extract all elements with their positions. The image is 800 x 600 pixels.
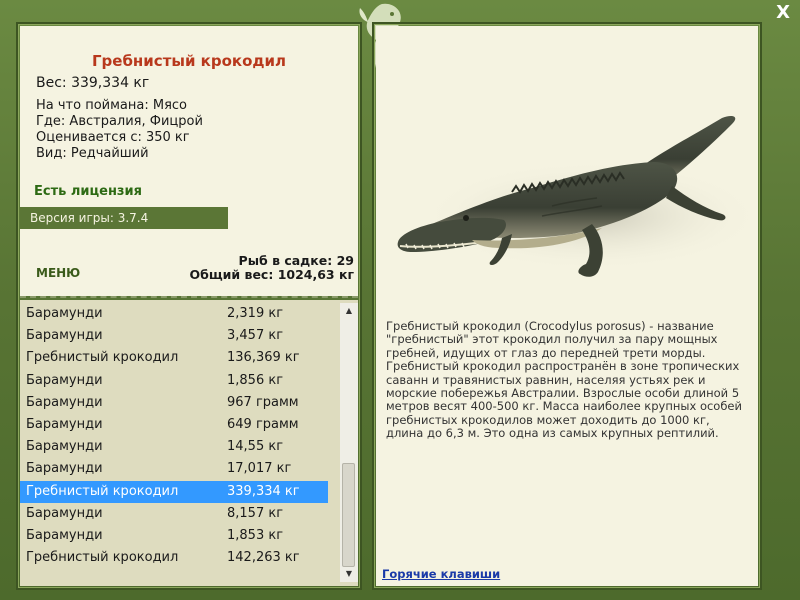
fish-info-panel: Гребнистый крокодил Вес: 339,334 кг На ч… [16,22,362,590]
fish-value: Оценивается с: 350 кг [36,130,190,145]
catch-list-item[interactable]: Барамунди 649 грамм [20,414,340,436]
license-status: Есть лицензия [34,184,142,199]
catch-list-item[interactable]: Барамунди 1,856 кг [20,370,340,392]
cage-stats: Рыб в садке: 29 Общий вес: 1024,63 кг [190,254,355,282]
catch-list[interactable]: Барамунди 2,319 кг Барамунди 3,457 кг Гребни… [20,303,340,586]
catch-item-name: Барамунди [26,372,103,388]
fish-info: На что поймана: Мясо Где: Австралия, Фиц… [36,98,203,162]
catch-item-name: Барамунди [26,328,103,344]
catch-item-name: Барамунди [26,439,103,455]
catch-item-weight: 3,457 кг [227,328,284,344]
catch-list-item[interactable]: Барамунди 2,319 кг [20,303,340,325]
catch-list-item[interactable]: Барамунди 3,457 кг [20,325,340,347]
fish-details: Гребнистый крокодил Вес: 339,334 кг На ч… [20,26,358,296]
catch-list-item[interactable]: Гребнистый крокодил 142,263 кг [20,547,340,569]
catch-list-item[interactable]: Гребнистый крокодил 136,369 кг [20,347,340,369]
catch-item-weight: 649 грамм [227,416,299,432]
close-icon[interactable]: X [776,2,790,23]
close-button[interactable]: X [776,2,790,23]
fish-rarity: Вид: Редчайший [36,146,149,161]
catch-item-name: Барамунди [26,394,103,410]
catch-item-name: Барамунди [26,527,103,543]
hotkeys-link[interactable]: Горячие клавиши [382,567,500,581]
divider [20,296,358,298]
catch-list-item[interactable]: Барамунди 967 грамм [20,392,340,414]
catch-item-weight: 14,55 кг [227,439,284,455]
catch-item-name: Гребнистый крокодил [26,483,179,499]
catch-item-weight: 17,017 кг [227,461,292,477]
fish-title: Гребнистый крокодил [91,52,287,70]
fish-location: Где: Австралия, Фицрой [36,114,203,129]
catch-item-weight: 339,334 кг [227,483,300,499]
fish-bait: На что поймана: Мясо [36,98,188,113]
total-weight: Общий вес: 1024,63 кг [189,267,355,282]
catch-list-item[interactable]: Барамунди 8,157 кг [20,503,340,525]
scroll-up-icon[interactable]: ▲ [340,303,358,319]
catch-list-item[interactable]: Гребнистый крокодил 339,334 кг [20,480,328,503]
catch-item-weight: 1,853 кг [227,527,284,543]
catch-item-weight: 1,856 кг [227,372,284,388]
catch-item-name: Барамунди [26,461,103,477]
fish-image-panel: Гребнистый крокодил (Crocodylus porosus)… [372,22,762,590]
catch-item-weight: 967 грамм [227,394,299,410]
catch-item-name: Барамунди [26,505,103,521]
catch-item-weight: 136,369 кг [227,350,300,366]
catch-list-item[interactable]: Барамунди 1,853 кг [20,525,340,547]
catch-item-weight: 2,319 кг [227,306,284,321]
fish-weight: Вес: 339,334 кг [36,75,150,91]
menu-button[interactable]: МЕНЮ [36,266,80,280]
catch-item-name: Гребнистый крокодил [26,550,179,566]
catch-list-item[interactable]: Барамунди 17,017 кг [20,458,340,480]
catch-item-weight: 8,157 кг [227,505,284,521]
fish-in-cage: Рыб в садке: 29 [238,253,354,268]
catch-item-name: Гребнистый крокодил [26,350,179,366]
scrollbar-thumb[interactable] [342,463,355,567]
scroll-down-icon[interactable]: ▼ [340,566,358,582]
catch-list-container: Барамунди 2,319 кг Барамунди 3,457 кг Гребни… [20,300,358,586]
version-bar: Версия игры: 3.7.4 [20,207,228,229]
fish-description: Гребнистый крокодил (Crocodylus porosus)… [386,319,742,441]
catch-item-name: Барамунди [26,306,103,321]
scrollbar[interactable]: ▲ ▼ [340,303,358,582]
catch-list-item[interactable]: Барамунди 14,55 кг [20,436,340,458]
catch-item-name: Барамунди [26,416,103,432]
catch-item-weight: 142,263 кг [227,550,300,566]
fish-image-area: Гребнистый крокодил (Crocodylus porosus)… [376,26,758,586]
crocodile-image [397,116,752,277]
